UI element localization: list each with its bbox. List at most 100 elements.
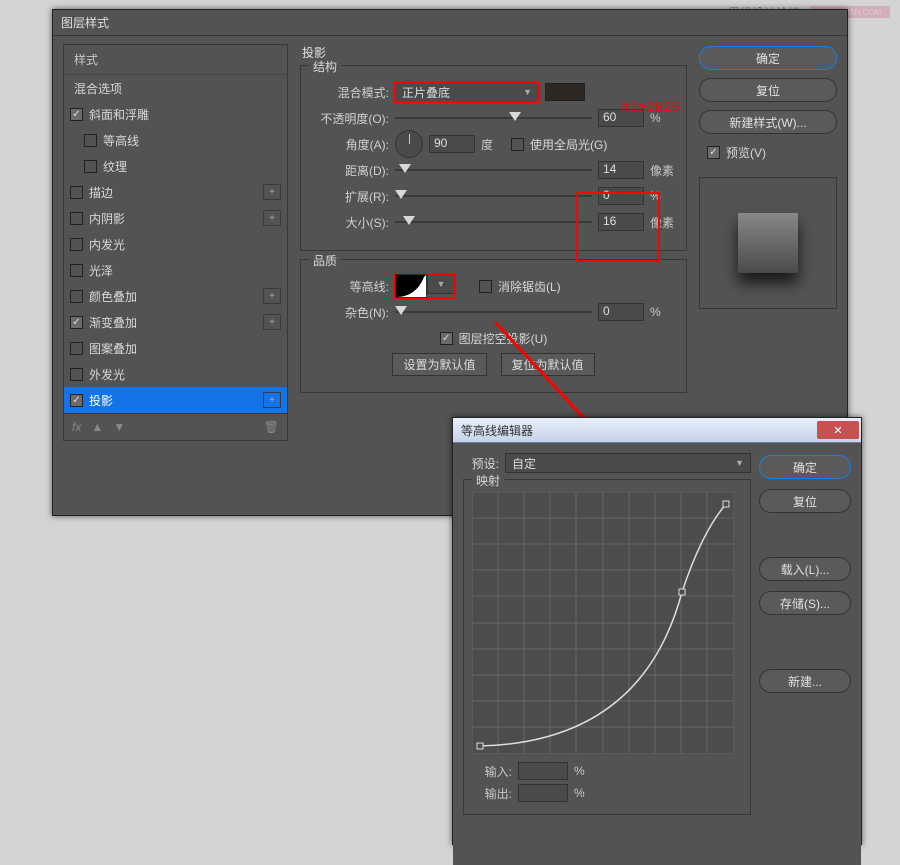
style-label: 外发光 <box>89 366 125 383</box>
style-checkbox[interactable] <box>84 160 97 173</box>
size-unit: 像素 <box>650 214 674 231</box>
style-label: 光泽 <box>89 262 113 279</box>
curve-output-unit: % <box>574 786 585 800</box>
contour-new-button[interactable]: 新建... <box>759 669 851 693</box>
size-label: 大小(S): <box>313 214 389 231</box>
noise-slider[interactable] <box>395 305 592 319</box>
shadow-color-swatch[interactable] <box>545 83 585 101</box>
contour-swatch[interactable] <box>395 274 427 298</box>
style-row-11[interactable]: 投影+ <box>64 387 287 413</box>
add-effect-icon[interactable]: + <box>263 210 281 226</box>
style-checkbox[interactable] <box>84 134 97 147</box>
angle-input[interactable]: 90 <box>429 135 475 153</box>
cancel-button[interactable]: 复位 <box>699 78 837 102</box>
style-checkbox[interactable] <box>70 264 83 277</box>
spread-input[interactable]: 0 <box>598 187 644 205</box>
opacity-label: 不透明度(O): <box>313 110 389 127</box>
style-row-1[interactable]: 等高线 <box>64 127 287 153</box>
styles-header: 样式 <box>64 45 287 75</box>
set-default-button[interactable]: 设置为默认值 <box>392 353 486 376</box>
add-effect-icon[interactable]: + <box>263 184 281 200</box>
global-light-checkbox[interactable] <box>511 138 524 151</box>
reset-default-button[interactable]: 复位为默认值 <box>501 353 595 376</box>
style-checkbox[interactable] <box>70 316 83 329</box>
fx-up-icon[interactable]: ▲ <box>91 420 103 434</box>
style-checkbox[interactable] <box>70 238 83 251</box>
contour-ok-button[interactable]: 确定 <box>759 455 851 479</box>
antialias-label: 消除锯齿(L) <box>498 278 561 295</box>
contour-load-button[interactable]: 载入(L)... <box>759 557 851 581</box>
antialias-checkbox[interactable] <box>479 280 492 293</box>
contour-editor-titlebar[interactable]: 等高线编辑器 ✕ <box>453 418 861 443</box>
curve-input-unit: % <box>574 764 585 778</box>
distance-label: 距离(D): <box>313 162 389 179</box>
spread-unit: % <box>650 189 674 203</box>
style-row-0[interactable]: 斜面和浮雕 <box>64 101 287 127</box>
new-style-button[interactable]: 新建样式(W)... <box>699 110 837 134</box>
style-checkbox[interactable] <box>70 108 83 121</box>
contour-editor-dialog: 等高线编辑器 ✕ 预设: 自定▼ 映射 <box>452 417 862 845</box>
distance-slider[interactable] <box>395 163 592 177</box>
style-row-7[interactable]: 颜色叠加 + <box>64 283 287 309</box>
style-checkbox[interactable] <box>70 368 83 381</box>
style-checkbox[interactable] <box>70 290 83 303</box>
style-checkbox[interactable] <box>70 186 83 199</box>
opacity-slider[interactable] <box>395 111 592 125</box>
curve-canvas[interactable] <box>472 492 734 754</box>
mapping-label: 映射 <box>472 472 504 489</box>
contour-dropdown[interactable]: ▼ <box>427 274 455 294</box>
style-label: 渐变叠加 <box>89 314 137 331</box>
curve-input-label: 输入: <box>472 763 512 780</box>
contour-label: 等高线: <box>313 278 389 295</box>
style-checkbox[interactable] <box>70 342 83 355</box>
noise-unit: % <box>650 305 674 319</box>
noise-input[interactable]: 0 <box>598 303 644 321</box>
style-label: 内发光 <box>89 236 125 253</box>
style-row-2[interactable]: 纹理 <box>64 153 287 179</box>
close-button[interactable]: ✕ <box>817 421 859 439</box>
style-row-10[interactable]: 外发光 <box>64 361 287 387</box>
preset-select[interactable]: 自定▼ <box>505 453 751 473</box>
style-row-4[interactable]: 内阴影 + <box>64 205 287 231</box>
preview-checkbox[interactable] <box>707 146 720 159</box>
blend-mode-select[interactable]: 正片叠底▼ <box>395 82 539 102</box>
size-slider[interactable] <box>395 215 592 229</box>
distance-unit: 像素 <box>650 162 674 179</box>
size-input[interactable]: 16 <box>598 213 644 231</box>
fx-down-icon[interactable]: ▼ <box>113 420 125 434</box>
curve-output-field[interactable] <box>518 784 568 802</box>
curve-input-field[interactable] <box>518 762 568 780</box>
chevron-down-icon: ▼ <box>523 87 532 97</box>
structure-group: 结构 混合模式: 正片叠底▼ 不透明度(O): 60 % 角度(A): <box>300 65 687 251</box>
add-effect-icon[interactable]: + <box>263 392 281 408</box>
style-label: 等高线 <box>103 132 139 149</box>
ok-button[interactable]: 确定 <box>699 46 837 70</box>
add-effect-icon[interactable]: + <box>263 288 281 304</box>
style-row-5[interactable]: 内发光 <box>64 231 287 257</box>
style-checkbox[interactable] <box>70 212 83 225</box>
spread-label: 扩展(R): <box>313 188 389 205</box>
contour-cancel-button[interactable]: 复位 <box>759 489 851 513</box>
global-light-label: 使用全局光(G) <box>530 136 607 153</box>
fx-label[interactable]: fx <box>72 420 81 434</box>
knockout-checkbox[interactable] <box>440 332 453 345</box>
style-row-8[interactable]: 渐变叠加 + <box>64 309 287 335</box>
quality-label: 品质 <box>309 252 341 269</box>
trash-icon[interactable]: 🗑 <box>264 420 279 434</box>
structure-label: 结构 <box>309 58 341 75</box>
style-row-9[interactable]: 图案叠加 <box>64 335 287 361</box>
preset-label: 预设: <box>463 455 499 472</box>
spread-slider[interactable] <box>395 189 592 203</box>
style-row-3[interactable]: 描边 + <box>64 179 287 205</box>
style-row-6[interactable]: 光泽 <box>64 257 287 283</box>
add-effect-icon[interactable]: + <box>263 314 281 330</box>
style-label: 描边 <box>89 184 113 201</box>
style-checkbox[interactable] <box>70 394 83 407</box>
style-label: 颜色叠加 <box>89 288 137 305</box>
contour-save-button[interactable]: 存储(S)... <box>759 591 851 615</box>
blending-options-row[interactable]: 混合选项 <box>64 75 287 101</box>
angle-dial[interactable] <box>395 130 423 158</box>
style-label: 内阴影 <box>89 210 125 227</box>
layer-style-titlebar[interactable]: 图层样式 <box>53 10 847 36</box>
distance-input[interactable]: 14 <box>598 161 644 179</box>
